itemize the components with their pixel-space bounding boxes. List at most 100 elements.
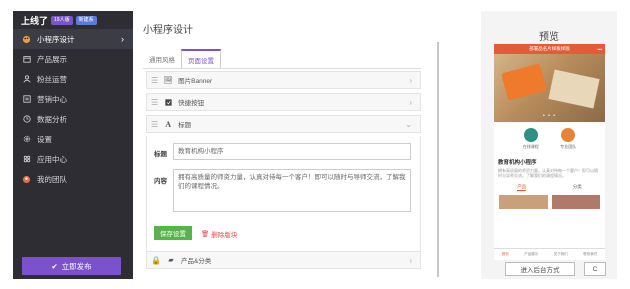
apps-icon <box>22 155 31 164</box>
nav-contact[interactable]: 联系我们 <box>583 252 597 257</box>
module-row-title[interactable]: ☰ A 标题 ⌄ <box>146 115 421 133</box>
brand-logo: 上线了 <box>21 15 49 26</box>
delete-module-link[interactable]: 🗑 删除版块 <box>201 229 237 239</box>
quick-button-courses[interactable]: 在线课程 <box>523 128 539 150</box>
box-icon <box>22 55 31 64</box>
tab-page-settings[interactable]: 页面设置 <box>181 49 221 69</box>
module-row-quick-buttons[interactable]: ☰ 快捷按钮 › <box>146 93 421 111</box>
delete-label: 删除版块 <box>211 232 238 239</box>
app-header: 部署品名片样板样版 ••• <box>494 44 605 54</box>
quick-button-team[interactable]: 专业团队 <box>560 128 576 150</box>
side-button[interactable]: C <box>584 262 606 276</box>
monitor-icon <box>523 128 538 142</box>
quick-button-label: 专业团队 <box>560 144 577 149</box>
sidebar-item-label: 营销中心 <box>37 94 67 104</box>
module-label: 图片Banner <box>178 78 213 85</box>
nav-home[interactable]: 首页 <box>502 252 509 257</box>
product-thumb[interactable] <box>551 195 600 209</box>
more-icon: ••• <box>597 46 602 52</box>
sidebar-item-design[interactable]: 小程序设计 › <box>13 29 133 49</box>
content-field-label: 内容 <box>154 178 167 185</box>
sidebar-item-marketing[interactable]: 营销中心 <box>13 89 133 109</box>
chair-shape <box>501 63 547 101</box>
sidebar-item-label: 数据分析 <box>37 114 67 124</box>
sidebar-item-label: 小程序设计 <box>37 34 75 44</box>
version-badge: 19人版 <box>51 15 73 25</box>
gear-icon <box>22 135 31 144</box>
tab-general-style[interactable]: 通用风格 <box>143 49 181 69</box>
palette-icon <box>22 35 31 44</box>
quick-button-label: 在线课程 <box>522 144 539 149</box>
nav-products[interactable]: 产品展示 <box>524 252 538 257</box>
sidebar-item-label: 我的团队 <box>37 174 67 184</box>
preview-tab-categories[interactable]: 分类 <box>573 184 582 191</box>
megaphone-icon <box>22 95 31 104</box>
bottom-nav: 首页 产品展示 关于我们 联系我们 <box>494 248 605 260</box>
module-row-banner[interactable]: ☰ 🖼 图片Banner › <box>146 71 421 89</box>
drag-handle-icon[interactable]: ☰ <box>151 98 158 107</box>
sidebar-item-settings[interactable]: 设置 <box>13 129 133 149</box>
title-module-editor: 标题 教育机构小程序 内容 拥有高质量的师资力量，认真对待每一个客户！即可以随时… <box>146 136 421 260</box>
category-icon: ▰ <box>168 257 174 264</box>
sidebar-item-label: 粉丝运营 <box>37 74 67 84</box>
preview-tabs: 产品 分类 <box>494 184 605 191</box>
team-icon <box>22 175 31 184</box>
publish-button-label: 立即发布 <box>61 261 92 271</box>
sidebar-item-label: 产品展示 <box>37 54 67 64</box>
nav-about[interactable]: 关于我们 <box>554 252 568 257</box>
status-badge: 新建系 <box>75 15 97 25</box>
section-title: 教育机构小程序 <box>498 160 537 166</box>
users-icon <box>22 75 31 84</box>
preview-title: 预览 <box>539 32 559 43</box>
app-header-title: 部署品名片样板样版 <box>529 46 570 51</box>
sidebar: 上线了 19人版 新建系 小程序设计 › 产品展示 粉丝运营 营销中心 数据分析… <box>13 11 133 279</box>
drag-handle-icon[interactable]: ☰ <box>151 120 158 129</box>
module-label: 产品&分类 <box>180 258 212 265</box>
module-label: 快捷按钮 <box>178 100 205 107</box>
carousel-dots: • • • <box>542 113 557 119</box>
chevron-right-icon[interactable]: › <box>409 76 412 85</box>
tab-divider <box>143 68 421 69</box>
title-input[interactable]: 教育机构小程序 <box>173 143 411 160</box>
send-icon: ✔ <box>51 261 58 271</box>
text-icon: A <box>165 119 172 129</box>
title-field-label: 标题 <box>154 151 167 158</box>
product-thumbnails <box>494 191 605 213</box>
chevron-right-icon: › <box>121 34 124 44</box>
sidebar-header: 上线了 19人版 新建系 <box>13 11 133 29</box>
quick-buttons: 在线课程 专业团队 <box>494 122 605 150</box>
sidebar-item-label: 设置 <box>37 134 52 144</box>
module-row-products[interactable]: 🔒 ▰ 产品&分类 › <box>146 251 421 269</box>
clock-icon <box>22 115 31 124</box>
sidebar-item-apps[interactable]: 应用中心 <box>13 149 133 169</box>
page-title: 小程序设计 <box>143 25 193 36</box>
save-settings-button[interactable]: 保存设置 <box>154 226 192 240</box>
tab-bar: 通用风格 页面设置 <box>143 49 221 69</box>
drag-handle-icon[interactable]: ☰ <box>151 76 158 85</box>
product-thumb[interactable] <box>499 195 548 209</box>
preview-tab-products[interactable]: 产品 <box>517 184 527 191</box>
table-shape <box>548 69 600 109</box>
chevron-right-icon[interactable]: › <box>409 256 412 265</box>
sidebar-item-team[interactable]: 我的团队 <box>13 169 133 189</box>
editor-panel: 小程序设计 通用风格 页面设置 ☰ 🖼 图片Banner › ☰ 快捷按钮 › … <box>143 11 423 279</box>
trash-icon: 🗑 <box>201 231 210 238</box>
chevron-right-icon[interactable]: › <box>409 98 412 107</box>
section-description: 拥有高质量的师资力量，认真对待每一个客户！即可以随时与导师交流，了解我们的课程情… <box>498 168 598 178</box>
panel-divider[interactable] <box>437 42 439 277</box>
phone-screen[interactable]: 部署品名片样板样版 ••• • • • 在线课程 专业团队 教育机构小程序 拥有… <box>494 44 605 260</box>
sidebar-item-products[interactable]: 产品展示 <box>13 49 133 69</box>
sidebar-item-analytics[interactable]: 数据分析 <box>13 109 133 129</box>
lock-icon: 🔒 <box>151 255 161 265</box>
module-label: 标题 <box>178 122 192 129</box>
book-icon <box>561 128 576 142</box>
chevron-down-icon[interactable]: ⌄ <box>405 120 412 129</box>
sidebar-item-fans[interactable]: 粉丝运营 <box>13 69 133 89</box>
image-icon: 🖼 <box>163 77 173 84</box>
button-icon <box>164 98 172 106</box>
content-textarea[interactable]: 拥有高质量的师资力量，认真对待每一个客户！即可以随时与导师交流，了解我们的课程情… <box>173 169 411 212</box>
sidebar-item-label: 应用中心 <box>37 154 67 164</box>
publish-button[interactable]: ✔ 立即发布 <box>22 257 121 275</box>
preview-panel: 预览 部署品名片样板样版 ••• • • • 在线课程 专业团队 教育机构小程序… <box>481 11 617 279</box>
enter-backend-button[interactable]: 进入后台方式 <box>505 262 575 276</box>
